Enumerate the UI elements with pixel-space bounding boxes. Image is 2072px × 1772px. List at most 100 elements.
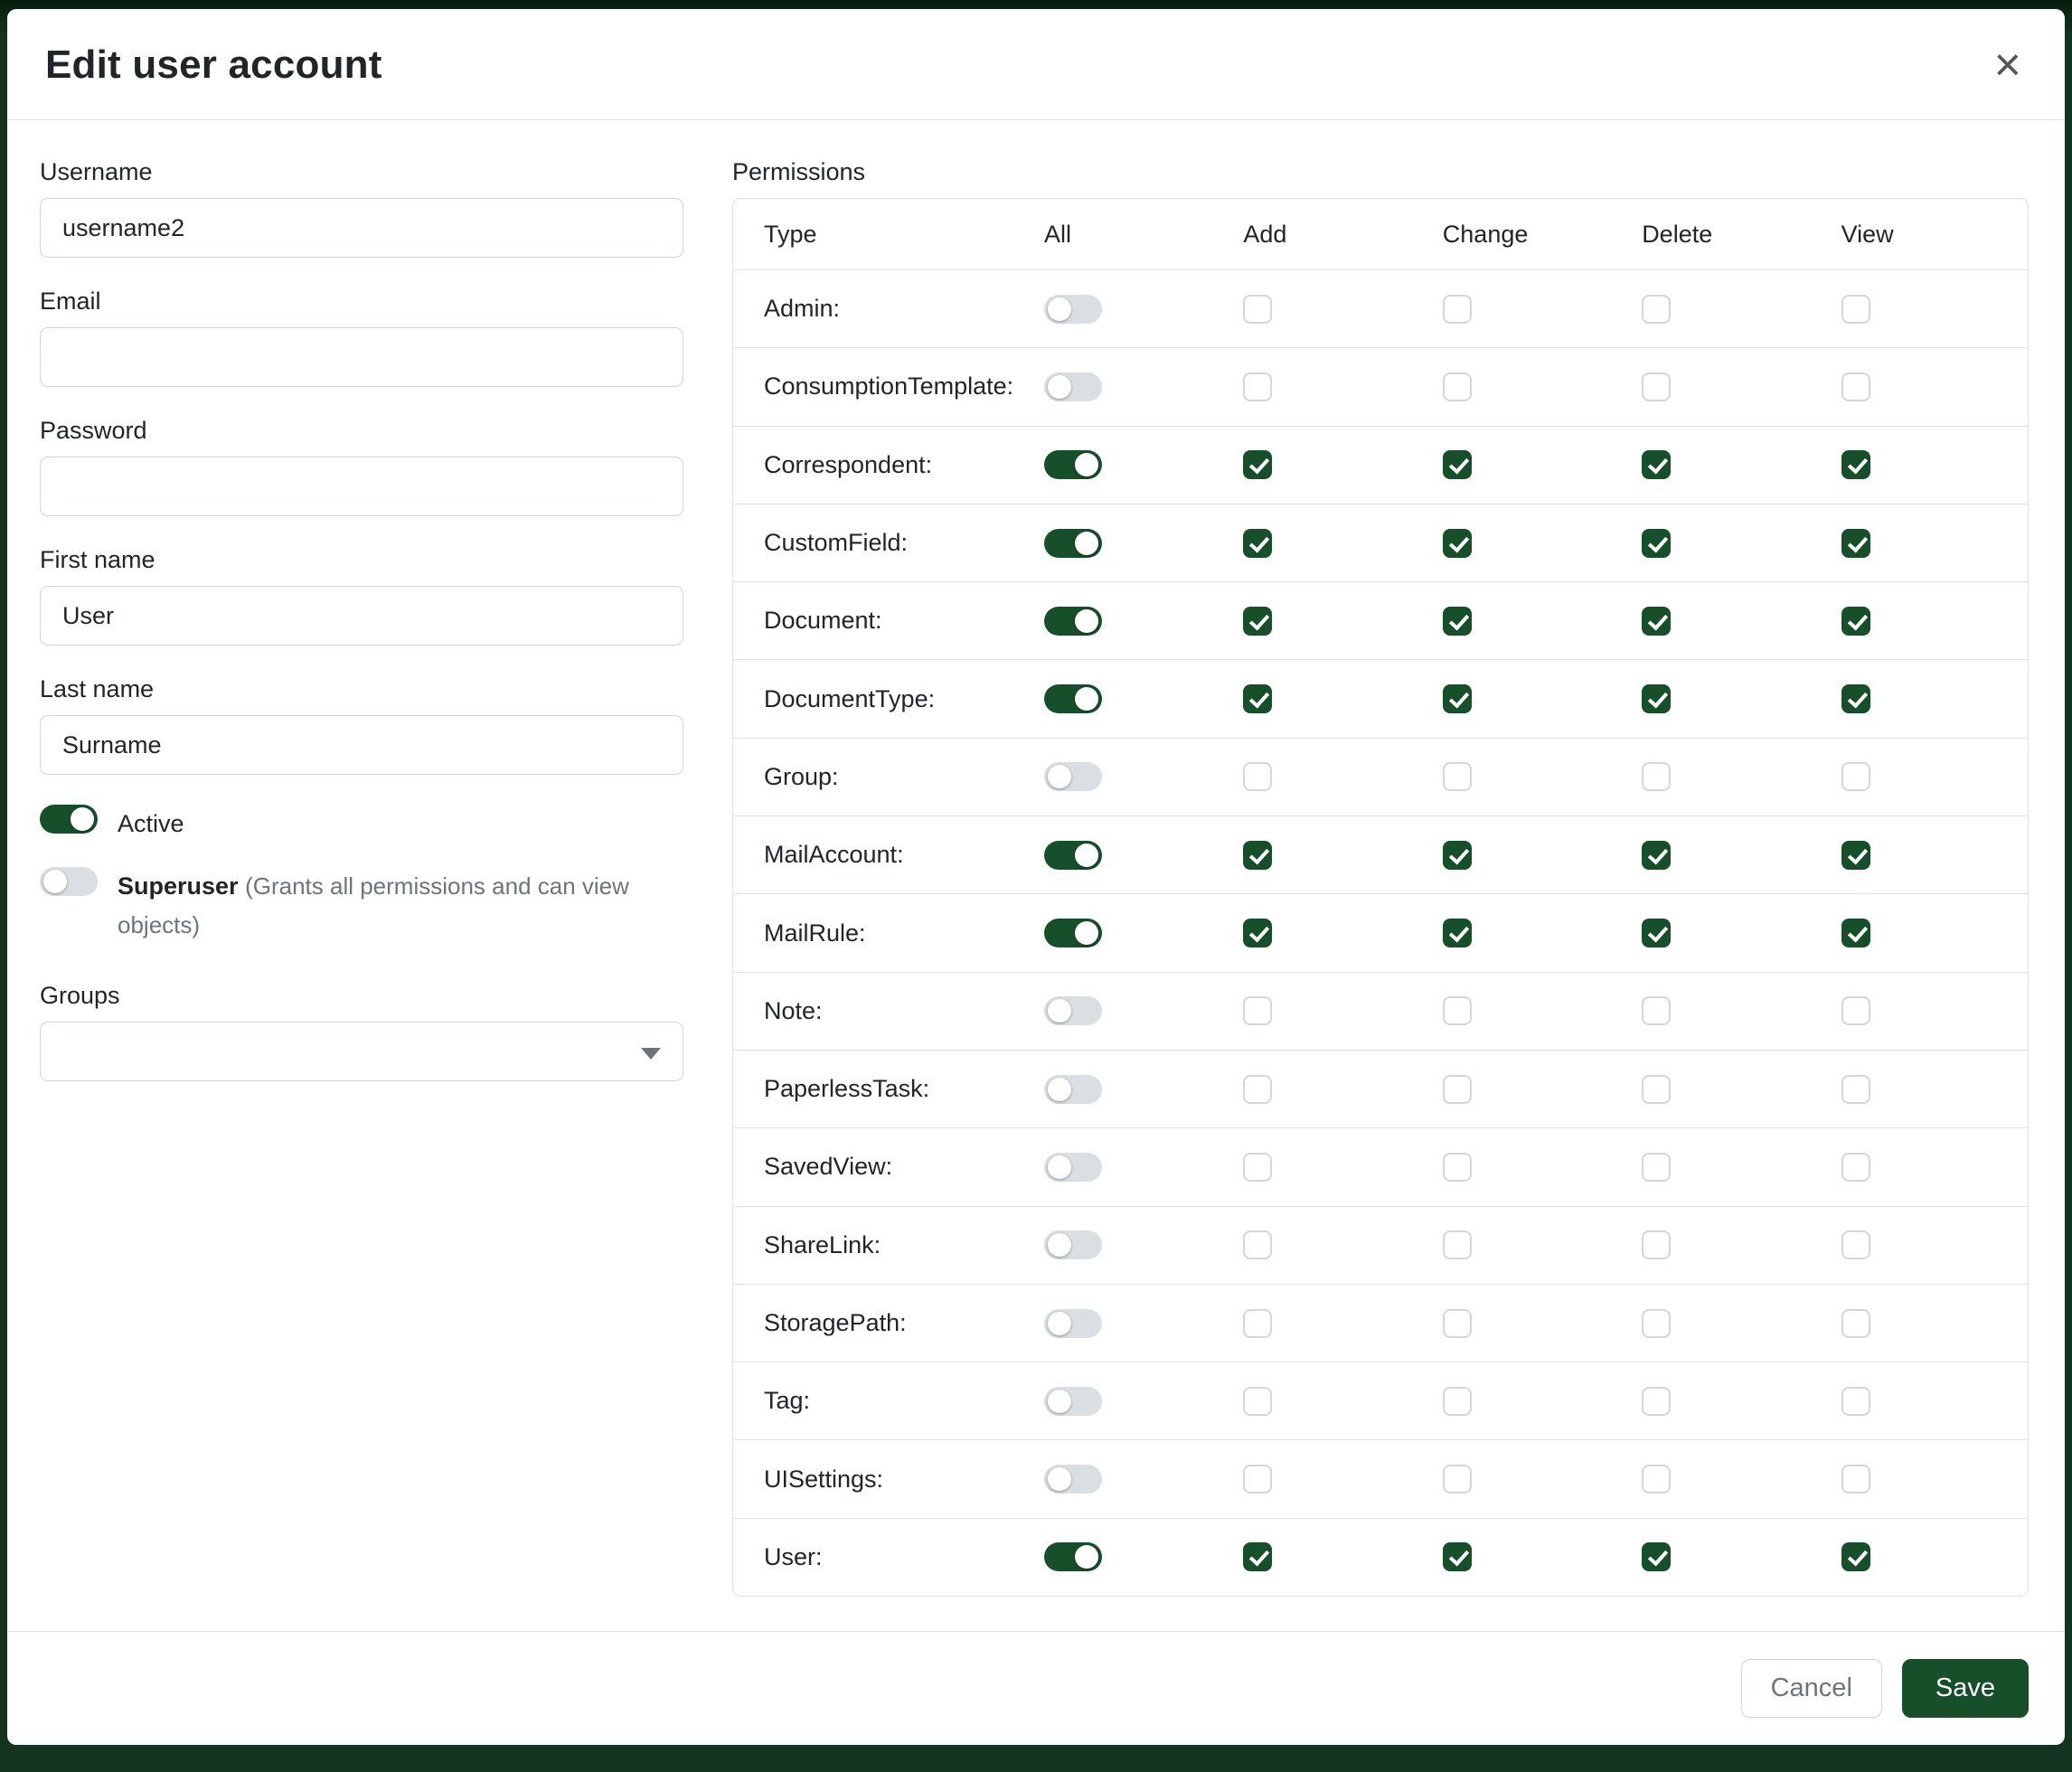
permission-delete-checkbox[interactable]: [1642, 1387, 1671, 1416]
permission-all-toggle[interactable]: [1044, 1075, 1102, 1104]
permission-all-toggle[interactable]: [1044, 1153, 1102, 1182]
cancel-button[interactable]: Cancel: [1741, 1659, 1882, 1718]
permission-all-toggle[interactable]: [1044, 996, 1102, 1025]
first-name-input[interactable]: [40, 586, 683, 646]
permission-change-checkbox[interactable]: [1443, 919, 1472, 947]
permission-add-checkbox[interactable]: [1243, 1387, 1272, 1416]
permission-view-checkbox[interactable]: [1841, 1387, 1870, 1416]
permission-view-checkbox[interactable]: [1841, 762, 1870, 791]
permission-change-checkbox[interactable]: [1443, 1542, 1472, 1571]
permission-view-checkbox[interactable]: [1841, 1309, 1870, 1338]
permission-all-toggle[interactable]: [1044, 1387, 1102, 1416]
permission-add-checkbox[interactable]: [1243, 1153, 1272, 1182]
permission-change-checkbox[interactable]: [1443, 295, 1472, 324]
permission-change-checkbox[interactable]: [1443, 762, 1472, 791]
permission-add-checkbox[interactable]: [1243, 684, 1272, 713]
permission-change-checkbox[interactable]: [1443, 1387, 1472, 1416]
permission-delete-checkbox[interactable]: [1642, 762, 1671, 791]
permission-all-toggle[interactable]: [1044, 919, 1102, 947]
permission-add-checkbox[interactable]: [1243, 529, 1272, 558]
permission-view-checkbox[interactable]: [1841, 607, 1870, 636]
permission-all-toggle[interactable]: [1044, 607, 1102, 636]
permission-change-checkbox[interactable]: [1443, 684, 1472, 713]
permission-change-checkbox[interactable]: [1443, 450, 1472, 479]
permission-add-checkbox[interactable]: [1243, 295, 1272, 324]
permission-all-toggle[interactable]: [1044, 450, 1102, 479]
permission-add-checkbox[interactable]: [1243, 1309, 1272, 1338]
save-button[interactable]: Save: [1902, 1659, 2029, 1718]
permission-type-label: StoragePath:: [733, 1309, 1031, 1337]
permission-add-checkbox[interactable]: [1243, 841, 1272, 870]
permission-view-checkbox[interactable]: [1841, 1153, 1870, 1182]
permission-change-checkbox[interactable]: [1443, 996, 1472, 1025]
permission-view-checkbox[interactable]: [1841, 841, 1870, 870]
permission-delete-checkbox[interactable]: [1642, 372, 1671, 401]
close-icon[interactable]: ×: [1989, 42, 2027, 89]
permission-add-checkbox[interactable]: [1243, 450, 1272, 479]
permission-delete-checkbox[interactable]: [1642, 1542, 1671, 1571]
permission-delete-checkbox[interactable]: [1642, 1309, 1671, 1338]
permission-add-checkbox[interactable]: [1243, 919, 1272, 947]
permission-change-checkbox[interactable]: [1443, 529, 1472, 558]
permission-change-checkbox[interactable]: [1443, 607, 1472, 636]
permission-add-checkbox[interactable]: [1243, 1230, 1272, 1259]
permission-change-checkbox[interactable]: [1443, 1309, 1472, 1338]
permission-delete-checkbox[interactable]: [1642, 1075, 1671, 1104]
permission-delete-checkbox[interactable]: [1642, 607, 1671, 636]
permission-change-checkbox[interactable]: [1443, 1230, 1472, 1259]
permission-delete-checkbox[interactable]: [1642, 996, 1671, 1025]
permission-view-checkbox[interactable]: [1841, 450, 1870, 479]
permission-all-toggle[interactable]: [1044, 1230, 1102, 1259]
permission-change-checkbox[interactable]: [1443, 1465, 1472, 1494]
permission-add-checkbox[interactable]: [1243, 762, 1272, 791]
permission-add-checkbox[interactable]: [1243, 372, 1272, 401]
permission-all-toggle[interactable]: [1044, 762, 1102, 791]
permission-view-checkbox[interactable]: [1841, 684, 1870, 713]
email-input[interactable]: [40, 327, 683, 387]
permission-all-toggle[interactable]: [1044, 529, 1102, 558]
permission-view-checkbox[interactable]: [1841, 529, 1870, 558]
permission-change-checkbox[interactable]: [1443, 841, 1472, 870]
permission-add-checkbox[interactable]: [1243, 607, 1272, 636]
username-input[interactable]: [40, 198, 683, 258]
active-toggle[interactable]: [40, 805, 98, 834]
password-field-group: Password: [40, 417, 683, 516]
groups-select[interactable]: [40, 1022, 683, 1081]
permission-view-checkbox[interactable]: [1841, 919, 1870, 947]
permission-view-checkbox[interactable]: [1841, 1230, 1870, 1259]
permission-view-checkbox[interactable]: [1841, 372, 1870, 401]
permission-all-toggle[interactable]: [1044, 1309, 1102, 1338]
permission-add-checkbox[interactable]: [1243, 1465, 1272, 1494]
permission-delete-checkbox[interactable]: [1642, 1230, 1671, 1259]
permission-delete-checkbox[interactable]: [1642, 684, 1671, 713]
permission-all-toggle[interactable]: [1044, 1465, 1102, 1494]
password-input[interactable]: [40, 457, 683, 516]
permission-delete-checkbox[interactable]: [1642, 1465, 1671, 1494]
permission-view-checkbox[interactable]: [1841, 1465, 1870, 1494]
permission-change-checkbox[interactable]: [1443, 1153, 1472, 1182]
permission-all-toggle[interactable]: [1044, 841, 1102, 870]
permission-delete-checkbox[interactable]: [1642, 295, 1671, 324]
permission-row: DocumentType:: [733, 659, 2028, 737]
permission-delete-checkbox[interactable]: [1642, 450, 1671, 479]
permission-add-checkbox[interactable]: [1243, 1542, 1272, 1571]
permission-delete-checkbox[interactable]: [1642, 919, 1671, 947]
permission-delete-checkbox[interactable]: [1642, 841, 1671, 870]
permission-delete-checkbox[interactable]: [1642, 1153, 1671, 1182]
permission-all-toggle[interactable]: [1044, 684, 1102, 713]
permission-view-checkbox[interactable]: [1841, 996, 1870, 1025]
permission-all-toggle[interactable]: [1044, 295, 1102, 324]
permission-view-checkbox[interactable]: [1841, 295, 1870, 324]
superuser-toggle[interactable]: [40, 867, 98, 896]
permission-change-checkbox[interactable]: [1443, 1075, 1472, 1104]
permission-add-checkbox[interactable]: [1243, 1075, 1272, 1104]
permission-view-checkbox[interactable]: [1841, 1542, 1870, 1571]
last-name-input[interactable]: [40, 715, 683, 775]
permission-add-checkbox[interactable]: [1243, 996, 1272, 1025]
password-label: Password: [40, 417, 683, 445]
permission-view-checkbox[interactable]: [1841, 1075, 1870, 1104]
permission-delete-checkbox[interactable]: [1642, 529, 1671, 558]
permission-all-toggle[interactable]: [1044, 1542, 1102, 1571]
permission-change-checkbox[interactable]: [1443, 372, 1472, 401]
permission-all-toggle[interactable]: [1044, 372, 1102, 401]
